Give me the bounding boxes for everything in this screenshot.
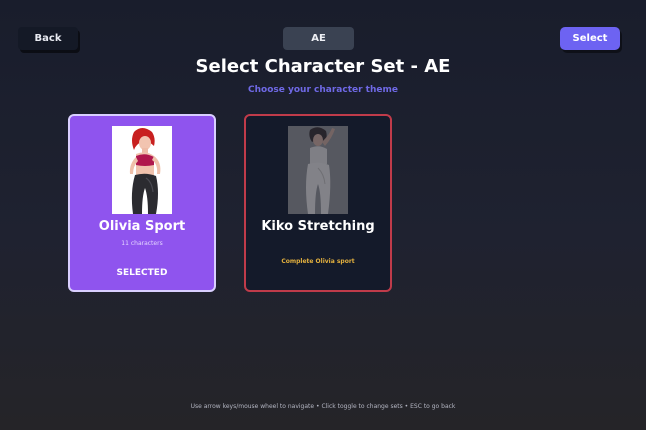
selected-badge: SELECTED [116,268,168,278]
character-set-card-olivia-sport[interactable]: Olivia Sport 11 characters SELECTED [68,114,216,292]
controls-hint: Use arrow keys/mouse wheel to navigate •… [190,403,456,410]
character-portrait-image [288,126,348,214]
page-title: Select Character Set - AE [195,56,451,77]
page-subtitle: Choose your character theme [248,85,398,95]
set-toggle-button[interactable]: AE [283,27,354,50]
unlock-requirement: Complete Olivia sport [281,258,355,265]
character-set-card-kiko-stretching[interactable]: Kiko Stretching Complete Olivia sport [244,114,392,292]
select-button[interactable]: Select [560,27,620,50]
character-count: 11 characters [121,240,163,247]
kiko-stretching-portrait [288,126,348,214]
back-button[interactable]: Back [18,27,78,50]
character-portrait-image [112,126,172,214]
card-title: Olivia Sport [98,219,186,234]
card-title: Kiko Stretching [261,219,375,234]
olivia-sport-portrait [112,126,172,214]
